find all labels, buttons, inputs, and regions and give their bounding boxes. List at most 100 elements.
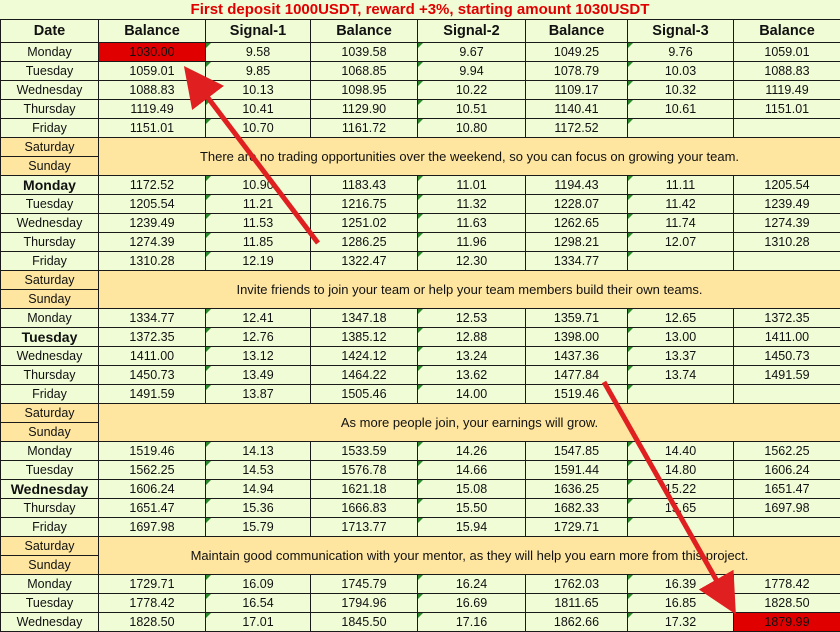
table-row: Wednesday 1606.24 14.94 1621.18 15.08 1636.25… (0, 479, 840, 499)
balance-cell: 1310.28 (98, 251, 206, 271)
balance-cell: 1729.71 (98, 574, 206, 594)
signal-cell: 11.21 (205, 194, 311, 214)
signal-cell: 16.85 (627, 593, 734, 613)
header-date: Date (0, 19, 99, 43)
day-cell: Monday (0, 574, 99, 594)
table-row: Tuesday 1562.25 14.53 1576.78 14.66 1591.44 14… (0, 460, 840, 480)
balance-cell: 1205.54 (733, 175, 840, 195)
balance-cell: 1491.59 (733, 365, 840, 385)
weekend-row: Saturday There are no trading opportuniti… (0, 137, 840, 176)
cell-marker-icon (418, 518, 423, 523)
balance-cell: 1059.01 (733, 42, 840, 62)
balance-cell: 1411.00 (733, 327, 840, 347)
cell-marker-icon (418, 594, 423, 599)
cell-marker-icon (206, 233, 211, 238)
balance-cell: 1576.78 (310, 460, 418, 480)
signal-cell: 14.53 (205, 460, 311, 480)
signal-cell: 10.03 (627, 61, 734, 81)
balance-cell: 1129.90 (310, 99, 418, 119)
balance-cell: 1562.25 (98, 460, 206, 480)
balance-cell (733, 118, 840, 138)
cell-marker-icon (628, 385, 633, 390)
signal-cell: 14.66 (417, 460, 526, 480)
weekend-message: As more people join, your earnings will … (98, 403, 840, 442)
weekend-row: Saturday Maintain good communication with… (0, 536, 840, 575)
weekend-row: Saturday As more people join, your earnin… (0, 403, 840, 442)
day-cell: Thursday (0, 365, 99, 385)
balance-cell: 1262.65 (525, 213, 628, 233)
day-cell: Thursday (0, 498, 99, 518)
cell-marker-icon (206, 461, 211, 466)
cell-marker-icon (628, 309, 633, 314)
cell-marker-icon (418, 233, 423, 238)
table-row: Thursday 1450.73 13.49 1464.22 13.62 1477.84 1… (0, 365, 840, 385)
balance-cell: 1745.79 (310, 574, 418, 594)
table-row: Wednesday 1239.49 11.53 1251.02 11.63 1262.65… (0, 213, 840, 233)
balance-cell: 1030.00 (98, 42, 206, 62)
balance-cell: 1411.00 (98, 346, 206, 366)
balance-cell: 1828.50 (733, 593, 840, 613)
balance-cell: 1621.18 (310, 479, 418, 499)
table-row: Monday 1519.46 14.13 1533.59 14.26 1547.85 14.… (0, 441, 840, 461)
day-cell-sunday: Sunday (0, 156, 99, 176)
balance-cell: 1322.47 (310, 251, 418, 271)
cell-marker-icon (206, 81, 211, 86)
balance-cell: 1811.65 (525, 593, 628, 613)
cell-marker-icon (628, 480, 633, 485)
table-row: Wednesday 1088.83 10.13 1098.95 10.22 1109.17… (0, 80, 840, 100)
signal-cell: 12.53 (417, 308, 526, 328)
signal-cell: 15.36 (205, 498, 311, 518)
table-row: Friday 1151.01 10.70 1161.72 10.80 1172.52 (0, 118, 840, 138)
balance-cell (733, 251, 840, 271)
balance-cell: 1119.49 (98, 99, 206, 119)
signal-cell: 14.80 (627, 460, 734, 480)
day-cell: Wednesday (0, 346, 99, 366)
signal-cell: 15.79 (205, 517, 311, 537)
cell-marker-icon (206, 119, 211, 124)
cell-marker-icon (628, 195, 633, 200)
balance-cell: 1194.43 (525, 175, 628, 195)
signal-cell: 10.80 (417, 118, 526, 138)
signal-cell: 12.65 (627, 308, 734, 328)
day-cell: Friday (0, 118, 99, 138)
signal-cell: 10.41 (205, 99, 311, 119)
day-cell: Tuesday (0, 460, 99, 480)
day-cell: Tuesday (0, 194, 99, 214)
cell-marker-icon (206, 347, 211, 352)
cell-marker-icon (206, 214, 211, 219)
day-cell: Friday (0, 384, 99, 404)
signal-cell: 10.32 (627, 80, 734, 100)
cell-marker-icon (206, 252, 211, 257)
balance-cell: 1778.42 (98, 593, 206, 613)
day-cell-saturday: Saturday (0, 403, 99, 423)
balance-cell: 1274.39 (98, 232, 206, 252)
cell-marker-icon (628, 214, 633, 219)
balance-cell: 1729.71 (525, 517, 628, 537)
signal-cell (627, 118, 734, 138)
cell-marker-icon (418, 385, 423, 390)
balance-cell: 1049.25 (525, 42, 628, 62)
balance-cell: 1505.46 (310, 384, 418, 404)
signal-cell: 13.49 (205, 365, 311, 385)
day-cell: Monday (0, 441, 99, 461)
table-row: Friday 1697.98 15.79 1713.77 15.94 1729.71 (0, 517, 840, 537)
cell-marker-icon (628, 518, 633, 523)
signal-cell: 11.63 (417, 213, 526, 233)
cell-marker-icon (628, 233, 633, 238)
cell-marker-icon (206, 442, 211, 447)
balance-cell: 1372.35 (733, 308, 840, 328)
cell-marker-icon (628, 575, 633, 580)
signal-cell: 11.74 (627, 213, 734, 233)
balance-cell: 1606.24 (98, 479, 206, 499)
header-signal-1: Signal-1 (205, 19, 311, 43)
signal-cell: 17.16 (417, 612, 526, 632)
cell-marker-icon (206, 100, 211, 105)
balance-cell: 1533.59 (310, 441, 418, 461)
cell-marker-icon (206, 480, 211, 485)
balance-cell: 1477.84 (525, 365, 628, 385)
table-row: Friday 1491.59 13.87 1505.46 14.00 1519.46 (0, 384, 840, 404)
signal-cell (627, 251, 734, 271)
balance-cell: 1088.83 (98, 80, 206, 100)
balance-cell: 1228.07 (525, 194, 628, 214)
cell-marker-icon (418, 100, 423, 105)
